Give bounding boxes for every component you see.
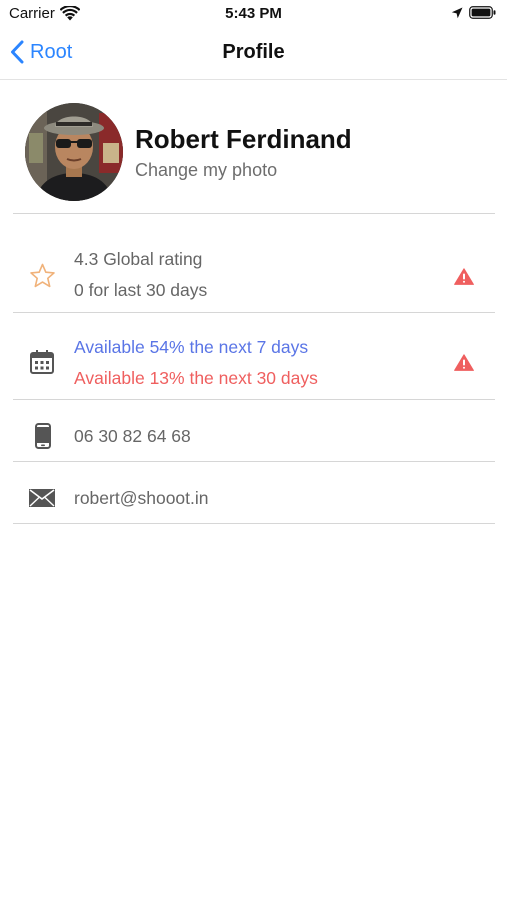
rating-row: 4.3 Global rating 0 for last 30 days [13,214,495,313]
rating-last-30-days: 0 for last 30 days [74,280,208,300]
availability-30-days: Available 13% the next 30 days [74,368,318,388]
star-icon [30,263,55,288]
phone-row[interactable]: 06 30 82 64 68 [13,400,495,462]
change-photo-link[interactable]: Change my photo [135,160,277,181]
availability-7-days: Available 54% the next 7 days [74,337,309,357]
email-address[interactable]: robert@shooot.in [74,488,209,509]
warning-icon[interactable] [454,268,474,285]
profile-header: Robert Ferdinand Change my photo [13,80,495,214]
global-rating: 4.3 Global rating [74,249,203,269]
battery-icon [469,6,496,19]
profile-name: Robert Ferdinand [135,124,352,154]
navigation-bar: Root Profile [0,30,507,80]
page-title: Profile [222,41,285,63]
availability-row: Available 54% the next 7 days Available … [13,313,495,400]
profile-photo [25,103,123,201]
phone-icon [35,423,51,449]
warning-icon[interactable] [454,354,474,371]
status-right [451,6,496,19]
email-row[interactable]: robert@shooot.in [13,462,495,524]
calendar-icon [30,350,54,374]
status-bar: Carrier 5:43 PM [0,0,507,30]
avatar[interactable] [25,103,123,201]
phone-number[interactable]: 06 30 82 64 68 [74,426,191,447]
location-arrow-icon [451,7,463,18]
mail-icon [29,489,55,507]
status-time: 5:43 PM [225,5,282,22]
